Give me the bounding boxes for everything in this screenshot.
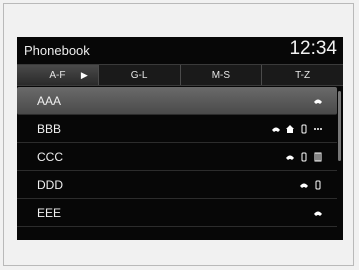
clock-display: 12:34 (289, 38, 337, 59)
mobile-icon (301, 124, 307, 133)
contact-row-eee[interactable]: EEE (17, 199, 337, 227)
contact-icons (271, 124, 323, 134)
tab-g-l[interactable]: G-L (99, 65, 181, 85)
contact-name: BBB (37, 121, 62, 136)
more-icon (314, 127, 322, 130)
contact-icons (313, 208, 323, 218)
list-scrollbar[interactable] (338, 91, 341, 161)
tab-label-m-s: M-S (211, 69, 231, 81)
work-icon (314, 152, 322, 161)
tab-m-s[interactable]: M-S (181, 65, 263, 85)
car-phone-icon (314, 99, 322, 104)
home-icon (286, 124, 294, 133)
contact-name: DDD (37, 177, 63, 192)
tab-t-z[interactable]: T-Z (262, 65, 343, 85)
car-phone-icon (314, 211, 322, 216)
page-title: Phonebook (24, 43, 90, 58)
contact-icons (299, 180, 323, 190)
contact-name: CCC (37, 149, 63, 164)
car-phone-icon (286, 155, 294, 160)
contact-icons (313, 96, 323, 106)
contact-row-bbb[interactable]: BBB (17, 115, 337, 143)
contact-row-ccc[interactable]: CCC (17, 143, 337, 171)
mobile-icon (315, 180, 321, 189)
play-arrow-icon: ▶ (80, 70, 88, 80)
alphabet-tabs: A-F ▶ G-L M-S T-Z (17, 64, 343, 86)
contact-row-ddd[interactable]: DDD (17, 171, 337, 199)
contact-list: AAA BBB CCC DDD EEE (17, 87, 337, 227)
contact-icons (285, 152, 323, 162)
tab-label-t-z: T-Z (295, 69, 311, 81)
car-phone-icon (300, 183, 308, 188)
tab-label-a-f: A-F (49, 69, 66, 81)
contact-row-aaa[interactable]: AAA (17, 87, 337, 115)
tab-a-f[interactable]: A-F ▶ (17, 65, 99, 85)
contact-name: AAA (37, 93, 62, 108)
infotainment-screen: Phonebook 12:34 A-F ▶ G-L M-S T-Z AAA BB… (17, 37, 343, 240)
tab-label-g-l: G-L (130, 69, 148, 81)
contact-name: EEE (37, 205, 62, 220)
mobile-icon (301, 152, 307, 161)
car-phone-icon (272, 127, 280, 132)
